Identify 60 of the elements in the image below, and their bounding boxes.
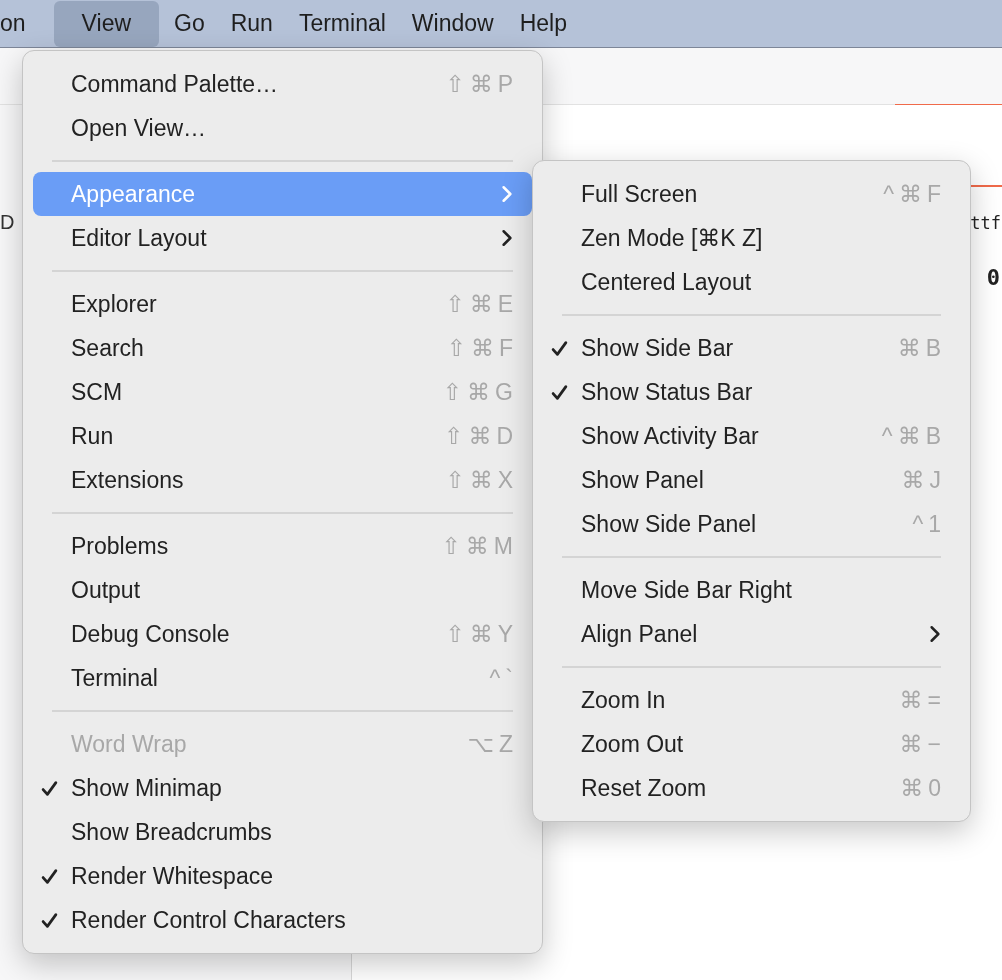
menu-bar-item[interactable]: Help bbox=[506, 0, 580, 47]
chevron-right-icon bbox=[501, 229, 513, 247]
menu-item[interactable]: Show Status Bar bbox=[543, 370, 960, 414]
keyboard-shortcut: ^⌘B bbox=[881, 422, 946, 450]
menu-item[interactable]: Open View… bbox=[33, 106, 532, 150]
menu-item[interactable]: Output bbox=[33, 568, 532, 612]
menu-item[interactable]: Zen Mode [⌘K Z] bbox=[543, 216, 960, 260]
menu-item[interactable]: Problems ⇧⌘M bbox=[33, 524, 532, 568]
code-text: 0 bbox=[986, 265, 1000, 290]
menu-item[interactable]: Show Side Panel ^1 bbox=[543, 502, 960, 546]
menu-item[interactable]: Zoom In ⌘= bbox=[543, 678, 960, 722]
keyboard-shortcut: ⇧⌘X bbox=[445, 466, 518, 494]
menu-item[interactable]: Show Minimap bbox=[33, 766, 532, 810]
keyboard-shortcut: ⌘J bbox=[901, 466, 946, 494]
menu-item[interactable]: Show Side Bar ⌘B bbox=[543, 326, 960, 370]
menu-item[interactable]: Align Panel bbox=[543, 612, 960, 656]
chevron-right-icon bbox=[501, 185, 513, 203]
sidebar-label: D bbox=[0, 211, 15, 234]
chevron-right-icon bbox=[929, 625, 941, 643]
keyboard-shortcut: ⇧⌘G bbox=[442, 378, 518, 406]
menu-item[interactable]: Run ⇧⌘D bbox=[33, 414, 532, 458]
menu-item[interactable]: Debug Console ⇧⌘Y bbox=[33, 612, 532, 656]
menu-item[interactable]: Show Breadcrumbs bbox=[33, 810, 532, 854]
menu-item[interactable]: Editor Layout bbox=[33, 216, 532, 260]
menu-item[interactable]: Move Side Bar Right bbox=[543, 568, 960, 612]
menu-item[interactable]: Zoom Out ⌘− bbox=[543, 722, 960, 766]
menu-item[interactable]: Extensions ⇧⌘X bbox=[33, 458, 532, 502]
keyboard-shortcut: ⌘− bbox=[899, 730, 946, 758]
keyboard-shortcut: ^` bbox=[489, 664, 518, 692]
keyboard-shortcut: ⇧⌘E bbox=[445, 290, 518, 318]
keyboard-shortcut: ⌘0 bbox=[900, 774, 946, 802]
menu-item[interactable]: Render Whitespace bbox=[33, 854, 532, 898]
keyboard-shortcut: ^⌘F bbox=[883, 180, 946, 208]
menu-item[interactable]: Terminal ^` bbox=[33, 656, 532, 700]
menu-item[interactable]: Centered Layout bbox=[543, 260, 960, 304]
menu-item[interactable]: Full Screen ^⌘F bbox=[543, 172, 960, 216]
menu-bar-item[interactable]: Terminal bbox=[285, 0, 399, 47]
keyboard-shortcut: ⇧⌘D bbox=[444, 422, 518, 450]
menu-item[interactable]: Render Control Characters bbox=[33, 898, 532, 942]
menu-item[interactable]: Search ⇧⌘F bbox=[33, 326, 532, 370]
menu-item[interactable]: Show Panel ⌘J bbox=[543, 458, 960, 502]
keyboard-shortcut: ⇧⌘F bbox=[446, 334, 518, 362]
menu-bar-item[interactable]: View bbox=[53, 0, 160, 47]
menu-bar-item[interactable]: Go bbox=[161, 0, 218, 47]
menu-bar-item[interactable]: on bbox=[0, 0, 39, 47]
keyboard-shortcut: ⌥Z bbox=[467, 730, 518, 758]
code-text: ttf bbox=[970, 213, 1001, 233]
menu-bar-item[interactable]: Run bbox=[217, 0, 286, 47]
keyboard-shortcut: ⇧⌘M bbox=[441, 532, 518, 560]
keyboard-shortcut: ^1 bbox=[912, 510, 946, 538]
menu-item[interactable]: Explorer ⇧⌘E bbox=[33, 282, 532, 326]
menu-bar-item[interactable]: Window bbox=[398, 0, 507, 47]
keyboard-shortcut: ⇧⌘Y bbox=[445, 620, 518, 648]
keyboard-shortcut: ⌘= bbox=[899, 686, 946, 714]
menu-item[interactable]: Reset Zoom ⌘0 bbox=[543, 766, 960, 810]
keyboard-shortcut: ⌘B bbox=[897, 334, 946, 362]
menu-item[interactable]: SCM ⇧⌘G bbox=[33, 370, 532, 414]
menu-item[interactable]: Command Palette… ⇧⌘P bbox=[33, 62, 532, 106]
menu-item[interactable]: Show Activity Bar ^⌘B bbox=[543, 414, 960, 458]
keyboard-shortcut: ⇧⌘P bbox=[445, 70, 518, 98]
